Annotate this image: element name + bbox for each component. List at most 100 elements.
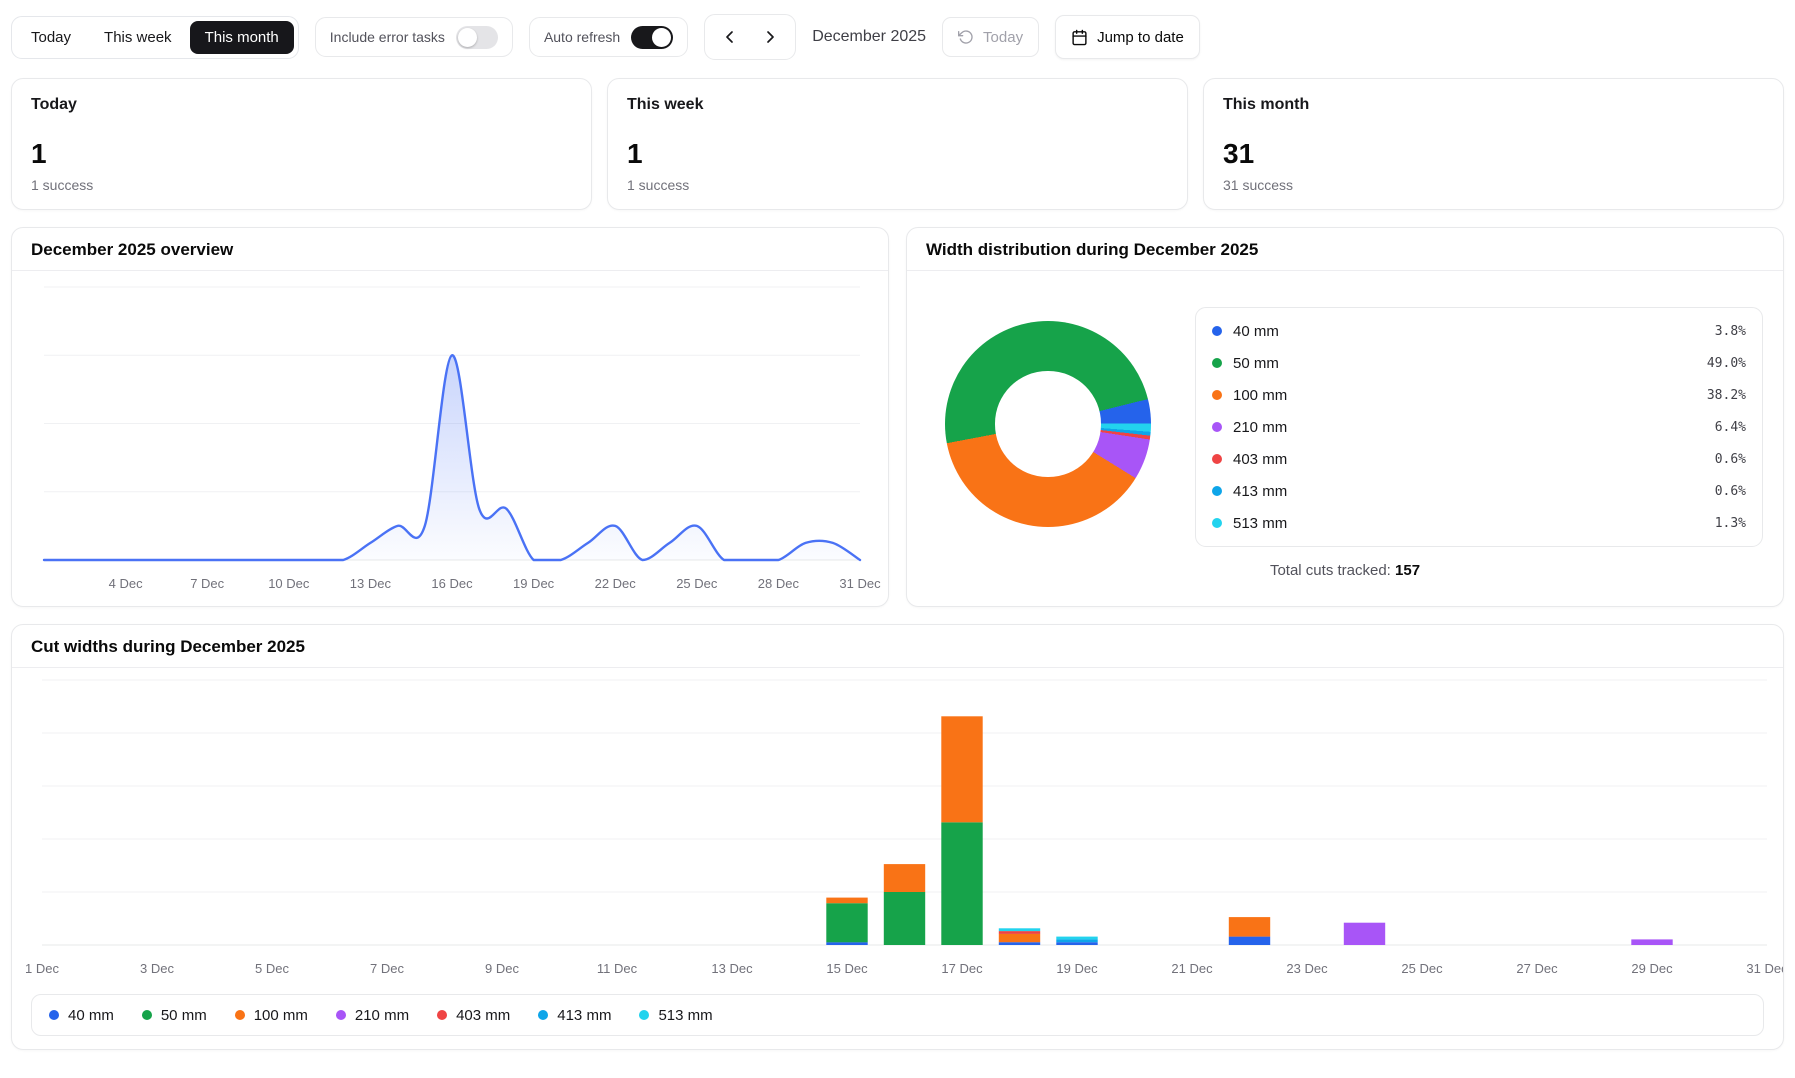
x-tick-label: 19 Dec — [513, 576, 555, 591]
bar-segment-100-mm — [826, 898, 867, 904]
stat-title: Today — [31, 96, 572, 114]
overview-card: December 2025 overview 4 Dec 7 Dec 10 Dec 1… — [11, 227, 889, 607]
stat-value: 1 — [31, 140, 572, 168]
legend-percentage: 0.6% — [1715, 452, 1746, 467]
bar-segment-100-mm — [999, 934, 1040, 942]
line-area-fill — [44, 355, 860, 560]
legend-dot — [1212, 326, 1222, 336]
x-tick-label: 17 Dec — [941, 961, 983, 976]
stat-subtitle: 31 success — [1223, 177, 1764, 193]
donut-chart — [945, 321, 1151, 527]
distribution-legend-row-210-mm[interactable]: 210 mm6.4% — [1212, 411, 1746, 443]
x-tick-label: 25 Dec — [1401, 961, 1443, 976]
legend-label: 413 mm — [1233, 483, 1287, 500]
stat-subtitle: 1 success — [627, 177, 1168, 193]
chevron-right-icon — [762, 29, 778, 45]
legend-percentage: 1.3% — [1715, 516, 1746, 531]
x-tick-label: 11 Dec — [597, 961, 638, 976]
legend-dot — [538, 1010, 548, 1020]
x-tick-label: 31 Dec — [1746, 961, 1783, 976]
period-label: December 2025 — [812, 28, 926, 46]
bar-segment-100-mm — [1229, 917, 1270, 937]
x-tick-label: 10 Dec — [268, 576, 310, 591]
x-tick-label: 21 Dec — [1171, 961, 1213, 976]
auto-refresh-label: Auto refresh — [544, 29, 620, 45]
bar-segment-40-mm — [1229, 937, 1270, 945]
next-month-button[interactable] — [750, 19, 790, 55]
auto-refresh-toggle[interactable] — [631, 26, 673, 49]
legend-percentage: 49.0% — [1707, 356, 1746, 371]
legend-dot — [1212, 358, 1222, 368]
legend-label: 210 mm — [355, 1007, 409, 1024]
legend-dot — [639, 1010, 649, 1020]
legend-dot — [437, 1010, 447, 1020]
include-error-toggle[interactable] — [456, 26, 498, 49]
bar-legend-item-413-mm[interactable]: 413 mm — [538, 1007, 611, 1024]
legend-label: 513 mm — [1233, 515, 1287, 532]
jump-to-date-button[interactable]: Jump to date — [1055, 15, 1200, 59]
cut-widths-title: Cut widths during December 2025 — [31, 637, 1764, 657]
legend-label: 100 mm — [254, 1007, 308, 1024]
bar-segment-40-mm — [999, 942, 1040, 945]
distribution-legend-row-513-mm[interactable]: 513 mm 1.3% — [1212, 507, 1746, 539]
bar-segment-100-mm — [941, 716, 982, 822]
overview-title: December 2025 overview — [31, 240, 869, 260]
chevron-left-icon — [722, 29, 738, 45]
rotate-ccw-icon — [958, 29, 974, 45]
today-button[interactable]: Today — [942, 17, 1039, 57]
bar-segment-513-mm — [1056, 937, 1097, 940]
distribution-legend-row-100-mm[interactable]: 100 mm38.2% — [1212, 379, 1746, 411]
range-tab-this-week[interactable]: This week — [89, 21, 187, 54]
auto-refresh-control: Auto refresh — [529, 17, 688, 57]
bar-legend-item-513-mm[interactable]: 513 mm — [639, 1007, 712, 1024]
bar-legend-item-40-mm[interactable]: 40 mm — [49, 1007, 114, 1024]
prev-month-button[interactable] — [710, 19, 750, 55]
x-tick-label: 15 Dec — [826, 961, 868, 976]
cut-widths-chart-body: 1 Dec3 Dec5 Dec7 Dec9 Dec11 Dec13 Dec15 … — [12, 668, 1783, 989]
legend-label: 40 mm — [1233, 323, 1279, 340]
cut-widths-legend: 40 mm 50 mm 100 mm 210 mm 403 mm 413 mm 513 mm — [31, 994, 1764, 1036]
total-cuts-label: Total cuts tracked: — [1270, 562, 1391, 579]
stat-value: 1 — [627, 140, 1168, 168]
bar-legend-item-50-mm[interactable]: 50 mm — [142, 1007, 207, 1024]
legend-dot — [235, 1010, 245, 1020]
distribution-legend-row-40-mm[interactable]: 40 mm 3.8% — [1212, 315, 1746, 347]
x-tick-label: 25 Dec — [676, 576, 718, 591]
bar-segment-50-mm — [884, 892, 925, 945]
legend-label: 513 mm — [658, 1007, 712, 1024]
bar-segment-40-mm — [826, 942, 867, 945]
x-tick-label: 7 Dec — [370, 961, 404, 976]
stat-title: This month — [1223, 96, 1764, 114]
x-tick-label: 31 Dec — [839, 576, 881, 591]
legend-label: 40 mm — [68, 1007, 114, 1024]
bar-legend-item-100-mm[interactable]: 100 mm — [235, 1007, 308, 1024]
stat-card-this-month: This month 31 31 success — [1203, 78, 1784, 210]
bar-legend-item-403-mm[interactable]: 403 mm — [437, 1007, 510, 1024]
today-button-label: Today — [983, 29, 1023, 46]
month-nav — [704, 14, 796, 60]
x-tick-label: 13 Dec — [711, 961, 753, 976]
x-tick-label: 5 Dec — [255, 961, 289, 976]
bar-segment-40-mm — [1056, 942, 1097, 945]
distribution-legend-row-50-mm[interactable]: 50 mm49.0% — [1212, 347, 1746, 379]
bar-legend-item-210-mm[interactable]: 210 mm — [336, 1007, 409, 1024]
bar-segment-100-mm — [884, 864, 925, 892]
total-cuts-line: Total cuts tracked: 157 — [907, 562, 1783, 579]
x-tick-label: 4 Dec — [109, 576, 143, 591]
distribution-legend-row-403-mm[interactable]: 403 mm 0.6% — [1212, 443, 1746, 475]
bar-segment-413-mm — [1056, 939, 1097, 942]
range-tab-this-month[interactable]: This month — [190, 21, 294, 54]
overview-line-chart-body: 4 Dec7 Dec10 Dec13 Dec16 Dec19 Dec22 Dec… — [12, 271, 888, 606]
stats-row: Today 1 1 success This week 1 1 success … — [11, 78, 1784, 210]
legend-label: 413 mm — [557, 1007, 611, 1024]
distribution-legend-row-413-mm[interactable]: 413 mm0.6% — [1212, 475, 1746, 507]
toggle-knob — [458, 28, 477, 47]
x-tick-label: 7 Dec — [190, 576, 224, 591]
legend-label: 403 mm — [1233, 451, 1287, 468]
bar-segment-210-mm — [1344, 923, 1385, 945]
legend-dot — [1212, 422, 1222, 432]
bar-segment-513-mm — [999, 928, 1040, 931]
legend-percentage: 3.8% — [1715, 324, 1746, 339]
stat-value: 31 — [1223, 140, 1764, 168]
range-tab-today[interactable]: Today — [16, 21, 86, 54]
